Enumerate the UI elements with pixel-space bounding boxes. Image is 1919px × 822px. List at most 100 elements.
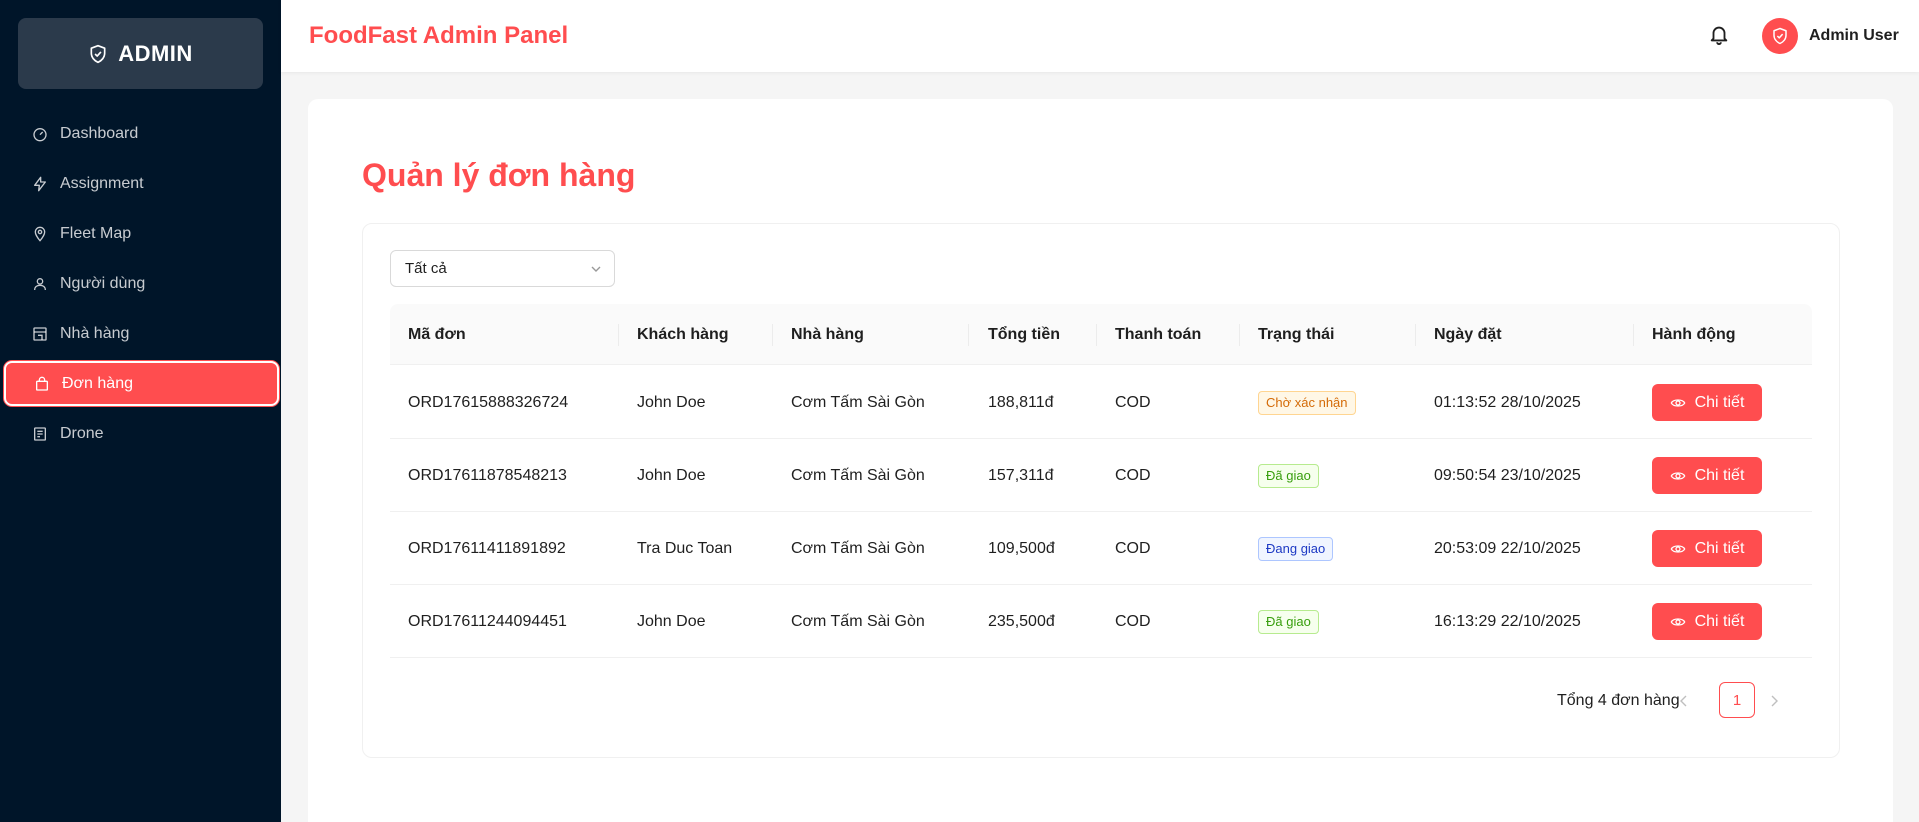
sidebar-item-users[interactable]: Người dùng (4, 261, 279, 306)
order-id-cell: ORD17611244094451 (408, 612, 567, 630)
table-row: ORD17611878548213 John Doe Cơm Tấm Sài G… (390, 439, 1812, 512)
view-details-button[interactable]: Chi tiết (1652, 384, 1762, 421)
column-divider (968, 324, 969, 346)
status-cell: Đã giao (1258, 585, 1319, 658)
shop-icon (32, 326, 48, 342)
column-divider (1415, 324, 1416, 346)
restaurant-cell: Cơm Tấm Sài Gòn (791, 612, 925, 630)
column-header-action: Hành động (1652, 325, 1736, 343)
status-badge: Đã giao (1258, 463, 1319, 488)
column-divider (1096, 324, 1097, 346)
orders-card: Tất cả Mã đơn Khách hàng Nhà hàng Tổng t… (362, 223, 1840, 758)
payment-cell: COD (1115, 612, 1151, 630)
shield-check-icon (1773, 27, 1787, 45)
view-details-button[interactable]: Chi tiết (1652, 457, 1762, 494)
column-header-payment: Thanh toán (1115, 325, 1202, 343)
status-cell: Chờ xác nhận (1258, 366, 1356, 439)
date-cell: 20:53:09 22/10/2025 (1434, 539, 1581, 557)
table-header: Mã đơn Khách hàng Nhà hàng Tổng tiền Tha… (390, 304, 1812, 365)
restaurant-cell: Cơm Tấm Sài Gòn (791, 466, 925, 484)
shield-check-icon (90, 44, 106, 63)
status-badge: Đang giao (1258, 536, 1334, 561)
status-badge: Đã giao (1258, 609, 1319, 634)
payment-cell: COD (1115, 393, 1151, 411)
payment-cell: COD (1115, 539, 1151, 557)
sidebar-item-fleet-map[interactable]: Fleet Map (4, 211, 279, 256)
page-title: Quản lý đơn hàng (362, 157, 636, 193)
column-header-status: Trạng thái (1258, 325, 1335, 343)
order-id-cell: ORD17611411891892 (408, 539, 566, 557)
app-title: FoodFast Admin Panel (309, 22, 569, 49)
brand-label: ADMIN (118, 40, 193, 66)
drone-icon (32, 426, 48, 442)
sidebar-item-assignment[interactable]: Assignment (4, 161, 279, 206)
order-id-cell: ORD17611878548213 (408, 466, 567, 484)
user-menu[interactable]: Admin User (1762, 17, 1899, 55)
sidebar-item-label: Fleet Map (60, 224, 132, 242)
view-details-label: Chi tiết (1694, 612, 1745, 630)
customer-cell: John Doe (637, 612, 706, 630)
sidebar: ADMIN Dashboard Assignment Fleet Map Ngư… (0, 0, 281, 822)
eye-icon (1670, 471, 1686, 480)
table-row: ORD17611411891892 Tra Duc Toan Cơm Tấm S… (390, 512, 1812, 585)
table-row: ORD17611244094451 John Doe Cơm Tấm Sài G… (390, 585, 1812, 658)
chevron-right-icon (1771, 695, 1778, 707)
eye-icon (1670, 544, 1686, 553)
sidebar-item-restaurants[interactable]: Nhà hàng (4, 311, 279, 356)
status-filter-value: Tất cả (405, 260, 447, 277)
view-details-button[interactable]: Chi tiết (1652, 530, 1762, 567)
user-icon (32, 276, 48, 292)
user-name: Admin User (1809, 27, 1899, 44)
brand-logo[interactable]: ADMIN (18, 18, 263, 89)
column-header-customer: Khách hàng (637, 325, 729, 343)
chevron-left-icon (1680, 695, 1687, 707)
column-header-date: Ngày đặt (1434, 325, 1502, 343)
pagination-page-button[interactable]: 1 (1719, 682, 1755, 718)
status-badge: Chờ xác nhận (1258, 390, 1356, 415)
action-cell: Chi tiết (1652, 512, 1762, 585)
restaurant-cell: Cơm Tấm Sài Gòn (791, 393, 925, 411)
customer-cell: John Doe (637, 393, 706, 411)
column-header-total: Tổng tiền (988, 325, 1060, 343)
status-cell: Đang giao (1258, 512, 1334, 585)
total-cell: 235,500đ (988, 612, 1055, 630)
sidebar-item-drone[interactable]: Drone (4, 411, 279, 456)
column-divider (1239, 324, 1240, 346)
pagination-prev-button[interactable] (1674, 691, 1694, 711)
lightning-icon (32, 176, 48, 192)
sidebar-item-label: Đơn hàng (62, 374, 133, 392)
customer-cell: Tra Duc Toan (637, 539, 733, 557)
eye-icon (1670, 398, 1686, 407)
date-cell: 01:13:52 28/10/2025 (1434, 393, 1581, 411)
date-cell: 16:13:29 22/10/2025 (1434, 612, 1581, 630)
column-divider (1633, 324, 1634, 346)
sidebar-item-orders[interactable]: Đơn hàng (4, 361, 279, 406)
payment-cell: COD (1115, 466, 1151, 484)
column-divider (618, 324, 619, 346)
order-id-cell: ORD17615888326724 (408, 393, 569, 411)
view-details-label: Chi tiết (1694, 466, 1745, 484)
column-divider (772, 324, 773, 346)
status-filter-select[interactable]: Tất cả (390, 250, 615, 287)
column-header-order-id: Mã đơn (408, 325, 466, 343)
bell-icon[interactable] (1708, 22, 1732, 48)
sidebar-item-label: Assignment (60, 174, 144, 192)
main-content: Quản lý đơn hàng Tất cả Mã đơn Khách hàn… (308, 99, 1893, 822)
sidebar-item-label: Drone (60, 424, 104, 442)
total-cell: 157,311đ (988, 466, 1054, 484)
view-details-button[interactable]: Chi tiết (1652, 603, 1762, 640)
sidebar-item-label: Người dùng (60, 274, 146, 292)
action-cell: Chi tiết (1652, 439, 1762, 512)
top-header: FoodFast Admin Panel Admin User (281, 0, 1919, 72)
pagination-next-button[interactable] (1764, 691, 1784, 711)
sidebar-item-label: Dashboard (60, 124, 139, 142)
date-cell: 09:50:54 23/10/2025 (1434, 466, 1581, 484)
action-cell: Chi tiết (1652, 585, 1762, 658)
sidebar-item-dashboard[interactable]: Dashboard (4, 111, 279, 156)
view-details-label: Chi tiết (1694, 393, 1745, 411)
total-cell: 109,500đ (988, 539, 1055, 557)
restaurant-cell: Cơm Tấm Sài Gòn (791, 539, 925, 557)
shopping-bag-icon (34, 376, 50, 392)
eye-icon (1670, 617, 1686, 626)
sidebar-item-label: Nhà hàng (60, 324, 130, 342)
